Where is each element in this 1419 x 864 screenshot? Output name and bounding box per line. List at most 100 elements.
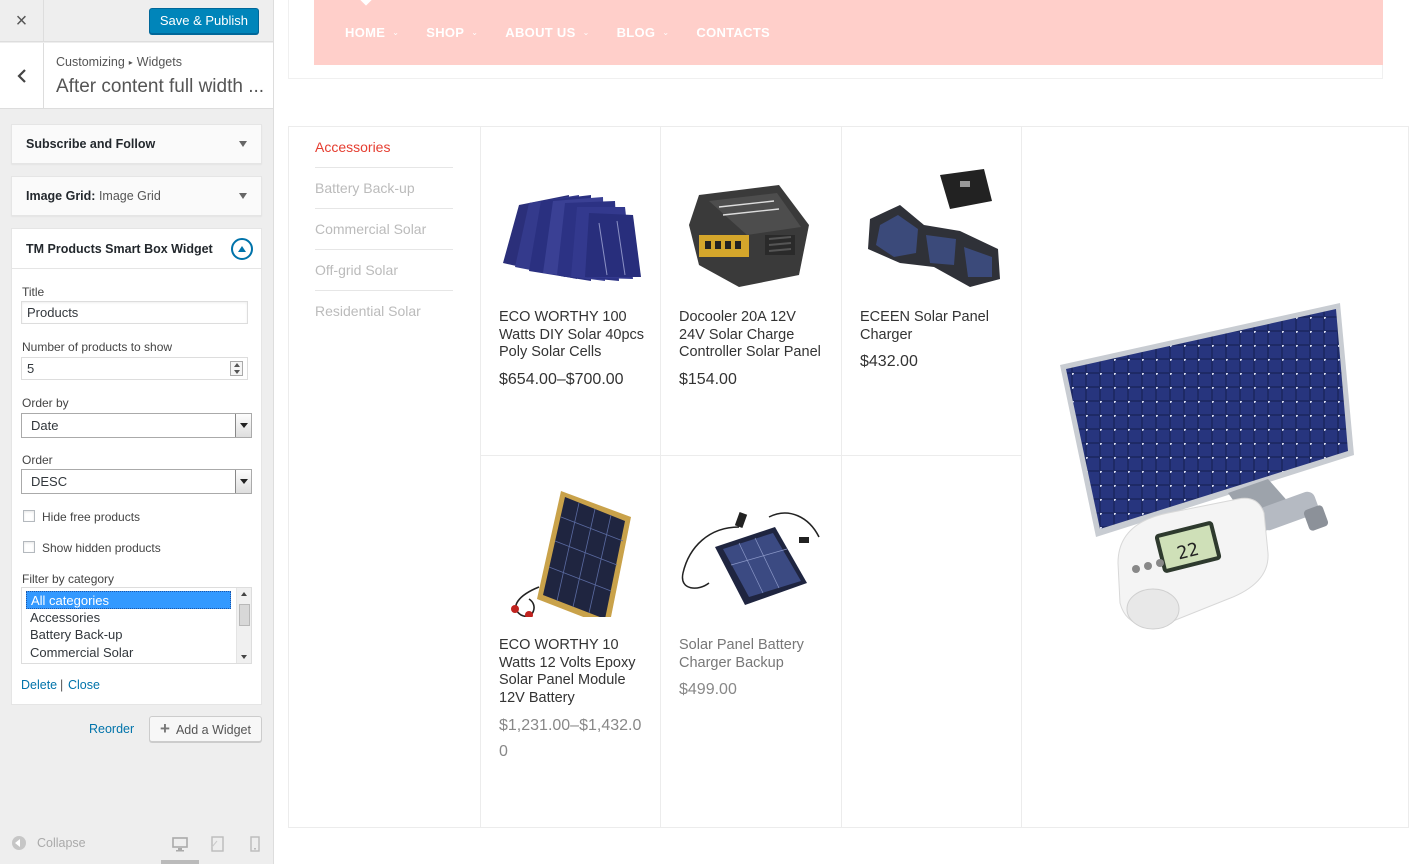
reorder-link[interactable]: Reorder bbox=[89, 722, 134, 736]
mobile-preview-icon[interactable] bbox=[246, 835, 264, 853]
order-select[interactable]: DESC bbox=[21, 469, 252, 494]
product-image[interactable] bbox=[679, 487, 825, 617]
filter-label: Filter by category bbox=[22, 572, 115, 586]
caret-down-icon[interactable] bbox=[239, 193, 247, 199]
widget-subscribe-follow[interactable]: Subscribe and Follow bbox=[11, 124, 262, 164]
tablet-preview-icon[interactable] bbox=[208, 835, 226, 853]
nav-label: ABOUT US bbox=[505, 25, 576, 40]
collapse-arrow-icon bbox=[12, 836, 26, 850]
plus-icon: + bbox=[160, 719, 170, 738]
chevron-down-icon: ⌄ bbox=[392, 28, 400, 37]
widget-title: Subscribe and Follow bbox=[26, 137, 156, 151]
product-card[interactable]: Docooler 20A 12V 24V Solar Charge Contro… bbox=[660, 127, 842, 456]
empty-product-slot bbox=[841, 455, 1022, 828]
breadcrumb-separator: ▸ bbox=[128, 58, 133, 67]
promo-banner[interactable]: 22 bbox=[1021, 127, 1409, 827]
product-image[interactable] bbox=[499, 165, 645, 295]
collapse-button[interactable]: Collapse bbox=[12, 836, 86, 850]
nav-item-home[interactable]: HOME ⌄ bbox=[345, 25, 399, 40]
category-tab-battery-backup[interactable]: Battery Back-up bbox=[315, 168, 453, 209]
count-label: Number of products to show bbox=[22, 340, 173, 354]
show-hidden-label: Show hidden products bbox=[42, 541, 161, 555]
product-image[interactable] bbox=[679, 165, 825, 295]
chevron-down-icon: ⌄ bbox=[471, 28, 479, 37]
widget-image-grid[interactable]: Image Grid: Image Grid bbox=[11, 176, 262, 216]
category-tab-commercial-solar[interactable]: Commercial Solar bbox=[315, 209, 453, 250]
active-device-indicator bbox=[161, 860, 199, 864]
chevron-down-icon: ⌄ bbox=[582, 28, 590, 37]
category-listbox[interactable]: All categories Accessories Battery Back-… bbox=[21, 587, 252, 664]
customizer-sidebar: × Save & Publish Customizing ▸ Widgets Aft… bbox=[0, 0, 274, 864]
site-preview: HOME ⌄ SHOP ⌄ ABOUT US ⌄ BLOG ⌄ CONTACTS Acc… bbox=[274, 0, 1419, 864]
product-name[interactable]: ECO WORTHY 10 Watts 12 Volts Epoxy Solar… bbox=[499, 637, 645, 707]
widget-subtitle: Image Grid bbox=[98, 189, 161, 203]
title-input[interactable] bbox=[21, 301, 248, 324]
nav-diamond-decoration bbox=[360, 0, 372, 6]
product-name[interactable]: ECO WORTHY 100 Watts DIY Solar 40pcs Pol… bbox=[499, 309, 645, 362]
orderby-value: Date bbox=[31, 418, 59, 433]
nav-item-blog[interactable]: BLOG ⌄ bbox=[617, 25, 670, 40]
listbox-scrollbar[interactable] bbox=[236, 588, 251, 663]
widget-title: Image Grid: bbox=[26, 189, 96, 203]
widget-title: TM Products Smart Box Widget bbox=[26, 242, 213, 256]
product-name[interactable]: ECEEN Solar Panel Charger bbox=[860, 309, 1006, 344]
add-widget-button[interactable]: + Add a Widget bbox=[149, 716, 262, 742]
show-hidden-checkbox[interactable] bbox=[23, 541, 35, 553]
order-value: DESC bbox=[31, 474, 68, 489]
nav-item-contacts[interactable]: CONTACTS bbox=[696, 25, 770, 40]
product-image[interactable] bbox=[499, 487, 645, 617]
category-tab-residential-solar[interactable]: Residential Solar bbox=[315, 291, 453, 332]
stepper-arrows-icon[interactable] bbox=[230, 361, 243, 376]
nav-item-shop[interactable]: SHOP ⌄ bbox=[426, 25, 478, 40]
close-link[interactable]: Close bbox=[68, 678, 100, 692]
product-price: $654.00–$700.00 bbox=[499, 371, 624, 388]
collapse-widget-icon[interactable] bbox=[231, 238, 253, 260]
section-header: Customizing ▸ Widgets After content full w… bbox=[0, 43, 273, 109]
dropdown-arrow-icon[interactable] bbox=[235, 414, 251, 437]
list-item[interactable]: Commercial Solar bbox=[26, 644, 231, 662]
product-card[interactable]: Solar Panel Battery Charger Backup $499.… bbox=[660, 455, 842, 828]
widget-products-smart-box: TM Products Smart Box Widget Title Numbe… bbox=[11, 228, 262, 705]
customizer-header: × Save & Publish bbox=[0, 0, 273, 42]
product-card[interactable]: ECEEN Solar Panel Charger $432.00 bbox=[841, 127, 1022, 456]
count-stepper[interactable]: 5 bbox=[21, 357, 248, 380]
solar-panel-thermostat-image[interactable]: 22 bbox=[1058, 303, 1358, 639]
caret-down-icon[interactable] bbox=[239, 141, 247, 147]
product-name[interactable]: Solar Panel Battery Charger Backup bbox=[679, 637, 825, 672]
list-item[interactable]: Accessories bbox=[26, 609, 231, 627]
widget-header[interactable]: TM Products Smart Box Widget bbox=[12, 229, 261, 269]
chevron-down-icon: ⌄ bbox=[662, 28, 670, 37]
nav-label: BLOG bbox=[616, 25, 656, 40]
product-name[interactable]: Docooler 20A 12V 24V Solar Charge Contro… bbox=[679, 309, 825, 362]
category-tabs: Accessories Battery Back-up Commercial S… bbox=[315, 127, 453, 332]
customizer-footer: Collapse bbox=[0, 827, 273, 864]
product-card[interactable]: ECO WORTHY 100 Watts DIY Solar 40pcs Pol… bbox=[480, 127, 661, 456]
main-navigation: HOME ⌄ SHOP ⌄ ABOUT US ⌄ BLOG ⌄ CONTACTS bbox=[314, 0, 1383, 65]
nav-label: CONTACTS bbox=[696, 25, 771, 40]
nav-item-about-us[interactable]: ABOUT US ⌄ bbox=[505, 25, 589, 40]
category-tab-off-grid-solar[interactable]: Off-grid Solar bbox=[315, 250, 453, 291]
products-smart-box: Accessories Battery Back-up Commercial S… bbox=[288, 126, 1409, 828]
orderby-select[interactable]: Date bbox=[21, 413, 252, 438]
desktop-preview-icon[interactable] bbox=[171, 835, 189, 853]
list-item[interactable]: All categories bbox=[26, 591, 231, 609]
dropdown-arrow-icon[interactable] bbox=[235, 470, 251, 493]
back-button[interactable] bbox=[0, 43, 44, 109]
list-item[interactable]: Battery Back-up bbox=[26, 626, 231, 644]
order-label: Order bbox=[22, 453, 53, 467]
breadcrumb: Customizing ▸ Widgets bbox=[56, 55, 182, 69]
product-card[interactable]: ECO WORTHY 10 Watts 12 Volts Epoxy Solar… bbox=[480, 455, 661, 828]
hide-free-checkbox[interactable] bbox=[23, 510, 35, 522]
product-price: $499.00 bbox=[679, 681, 737, 698]
close-customizer-button[interactable]: × bbox=[0, 0, 44, 42]
save-publish-button[interactable]: Save & Publish bbox=[148, 8, 259, 34]
category-tab-accessories[interactable]: Accessories bbox=[315, 127, 453, 168]
nav-label: SHOP bbox=[426, 25, 465, 40]
hide-free-label: Hide free products bbox=[42, 510, 141, 524]
breadcrumb-item: Widgets bbox=[136, 55, 182, 69]
collapse-label: Collapse bbox=[37, 836, 86, 850]
product-price: $1,231.00–$1,432.00 bbox=[499, 717, 642, 760]
product-image[interactable] bbox=[860, 165, 1006, 295]
delete-link[interactable]: Delete bbox=[21, 678, 57, 692]
product-price: $154.00 bbox=[679, 371, 737, 388]
